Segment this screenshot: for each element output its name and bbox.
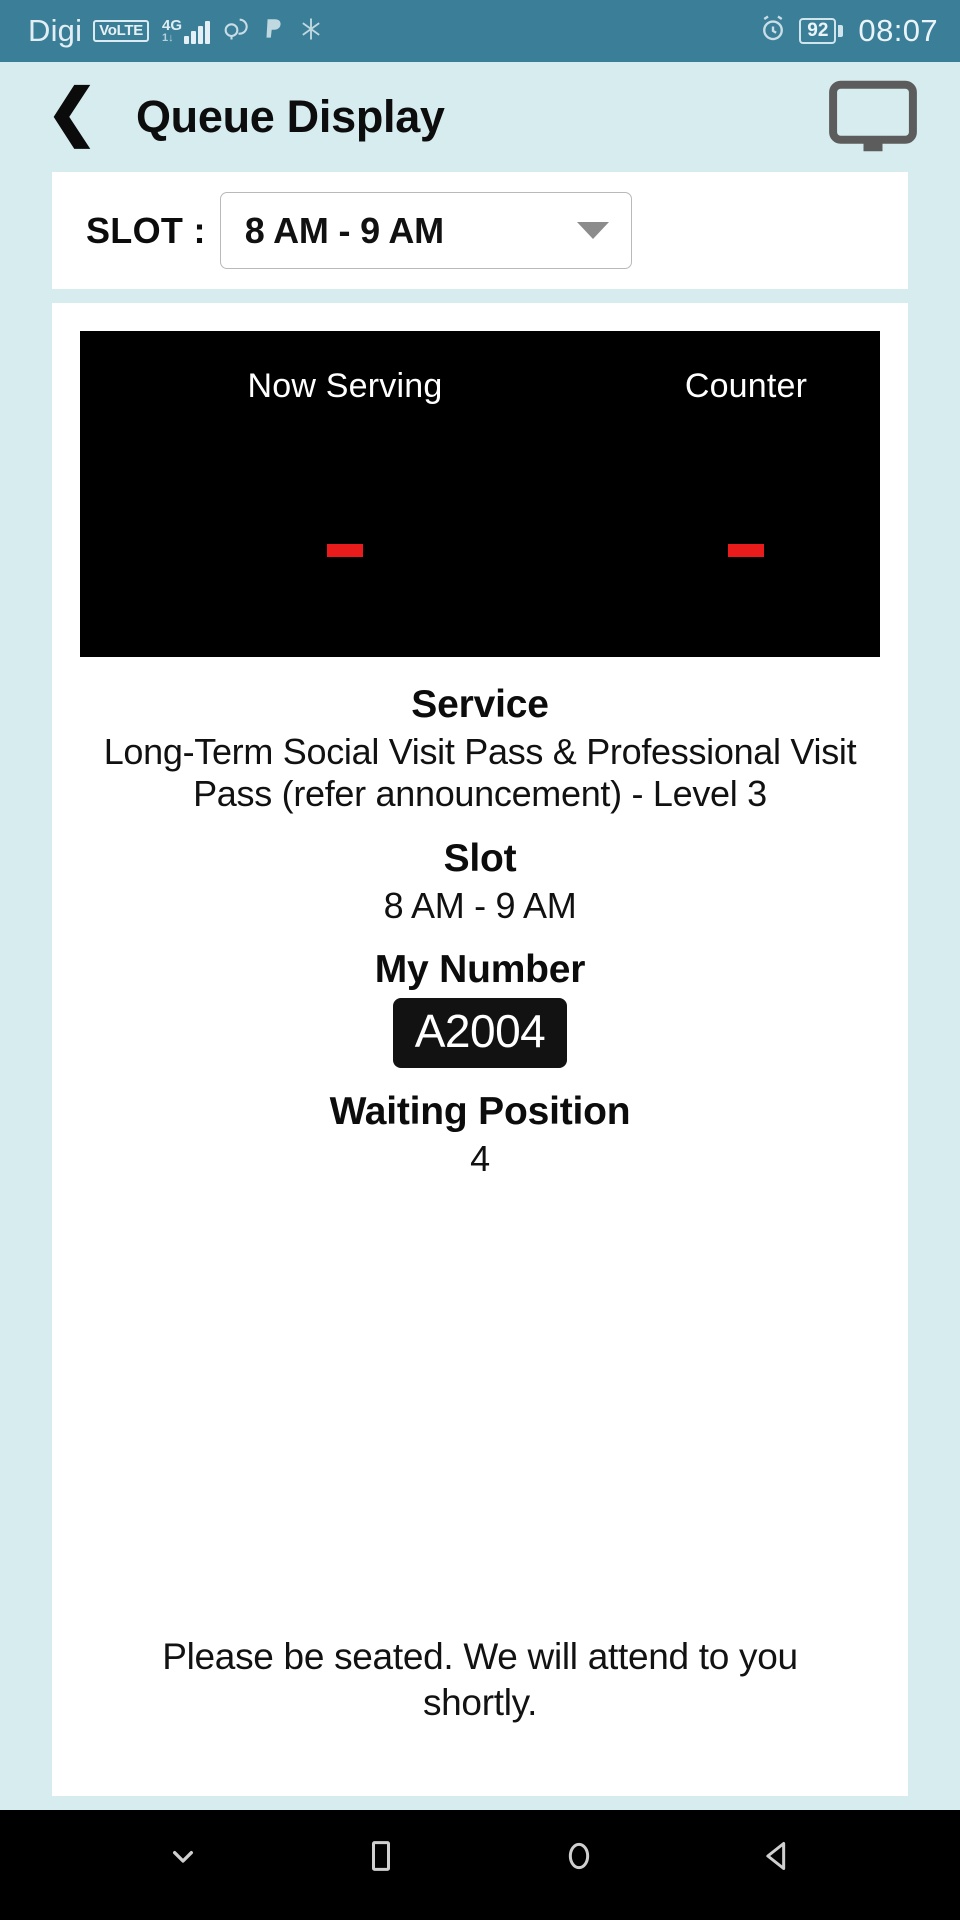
android-nav-bar [0, 1810, 960, 1902]
hide-keyboard-icon[interactable] [147, 1820, 219, 1892]
back-icon[interactable] [741, 1820, 813, 1892]
network-indicator: 4G 1↓ [162, 18, 210, 44]
footer-message: Please be seated. We will attend to you … [162, 1635, 798, 1723]
service-value: Long-Term Social Visit Pass & Profession… [103, 731, 857, 814]
recents-icon[interactable] [345, 1820, 417, 1892]
board-value-now-serving [80, 443, 610, 657]
battery-tip [838, 25, 844, 37]
signal-bars-icon [184, 18, 210, 44]
alarm-icon [758, 14, 788, 49]
slot-dropdown-value: 8 AM - 9 AM [244, 209, 444, 251]
counter-value [728, 543, 764, 557]
paypal-icon [260, 15, 286, 48]
volte-badge: VoLTE [93, 20, 149, 42]
my-number-heading: My Number [374, 948, 586, 992]
board-header-label: Counter [684, 366, 808, 405]
sparkle-icon [297, 15, 325, 48]
queue-info: Service Long-Term Social Visit Pass & Pr… [80, 657, 880, 1180]
battery-indicator: 92 [799, 18, 844, 44]
board-header-label: Now Serving [247, 366, 443, 405]
page-title: Queue Display [135, 91, 445, 142]
board-header-counter: Counter [612, 331, 880, 441]
network-type-label: 4G 1↓ [162, 18, 182, 44]
network-sub-text: 1↓ [161, 32, 174, 44]
network-type-text: 4G [161, 17, 182, 34]
battery-percent-label: 92 [799, 18, 837, 44]
bottom-gap [0, 1796, 960, 1810]
now-serving-value [327, 543, 363, 557]
slot-heading: Slot [443, 836, 517, 880]
queue-detail-card: Now Serving Counter Service Long-Term So… [52, 303, 908, 1778]
card-bottom-padding [52, 1778, 908, 1796]
waiting-position-heading: Waiting Position [329, 1090, 631, 1134]
app-root: Digi VoLTE 4G 1↓ 92 08:07 ❮ Queue Displa… [0, 0, 960, 1920]
slot-value: 8 AM - 9 AM [383, 884, 577, 926]
home-icon[interactable] [543, 1820, 615, 1892]
back-button[interactable]: ❮ [46, 82, 98, 152]
my-number-badge: A2004 [392, 998, 568, 1069]
weather-icon [221, 15, 249, 48]
board-header-now-serving: Now Serving [80, 331, 610, 441]
clock-label: 08:07 [858, 13, 938, 48]
slot-selector-card: SLOT : 8 AM - 9 AM [52, 172, 908, 289]
board-value-counter [612, 443, 880, 657]
status-bar-left: Digi VoLTE 4G 1↓ [28, 13, 325, 49]
chevron-down-icon [576, 222, 609, 239]
monitor-icon[interactable] [826, 79, 920, 155]
slot-label: SLOT : [86, 209, 206, 251]
waiting-position-value: 4 [470, 1138, 490, 1180]
bottom-strip [0, 1902, 960, 1920]
app-header: ❮ Queue Display [0, 62, 960, 172]
status-bar: Digi VoLTE 4G 1↓ 92 08:07 [0, 0, 960, 62]
carrier-label: Digi [28, 13, 83, 48]
queue-board: Now Serving Counter [80, 331, 880, 657]
service-heading: Service [411, 683, 549, 726]
status-bar-right: 92 08:07 [758, 13, 938, 49]
card-gap [0, 289, 960, 303]
slot-dropdown[interactable]: 8 AM - 9 AM [219, 192, 632, 269]
